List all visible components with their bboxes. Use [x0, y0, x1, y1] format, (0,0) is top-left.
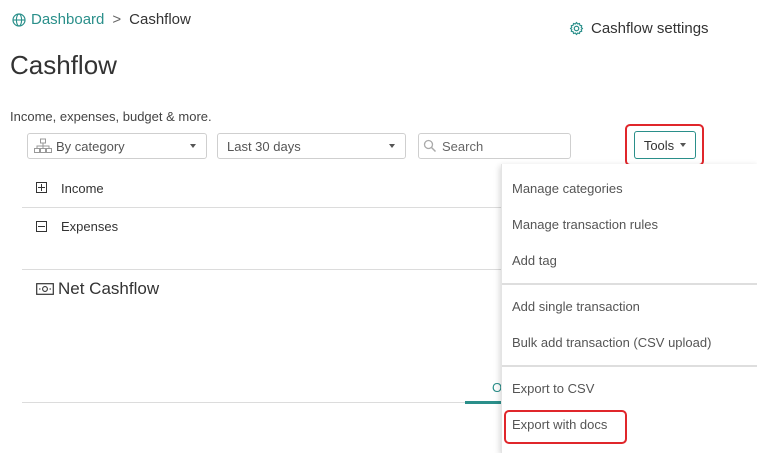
cashflow-settings-link[interactable]: Cashflow settings	[569, 20, 709, 37]
search-icon	[423, 139, 437, 153]
date-range-value: Last 30 days	[227, 138, 301, 154]
menu-divider	[502, 365, 757, 367]
expenses-label: Expenses	[61, 219, 119, 234]
breadcrumb-dashboard-link[interactable]: Dashboard	[31, 11, 104, 28]
breadcrumb-separator: >	[112, 11, 122, 28]
breadcrumb: Dashboard > Cashflow	[12, 11, 191, 28]
row-divider	[22, 207, 502, 208]
cash-icon	[36, 283, 54, 295]
net-cashflow-header: Net Cashflow	[36, 279, 159, 299]
expenses-row[interactable]: Expenses	[22, 210, 502, 246]
date-range-select[interactable]: Last 30 days	[217, 133, 406, 159]
tab-bar-line	[22, 402, 502, 403]
group-by-value: By category	[56, 138, 125, 154]
page-subtitle: Income, expenses, budget & more.	[10, 109, 212, 124]
collapse-icon[interactable]	[36, 221, 47, 232]
search-input[interactable]: Search	[418, 133, 571, 159]
tools-label: Tools	[643, 137, 675, 153]
chevron-down-icon	[680, 143, 687, 147]
export-highlight-box	[504, 410, 627, 444]
active-tab-indicator	[465, 401, 502, 404]
globe-icon	[12, 12, 26, 27]
menu-item-add-single-transaction[interactable]: Add single transaction	[512, 299, 640, 314]
hierarchy-icon	[34, 138, 52, 153]
income-row[interactable]: Income	[22, 172, 502, 208]
cashflow-settings-label: Cashflow settings	[591, 20, 709, 37]
menu-item-export-csv[interactable]: Export to CSV	[512, 381, 594, 396]
group-by-select[interactable]: By category	[27, 133, 207, 159]
page-title: Cashflow	[10, 50, 117, 80]
tools-button[interactable]: Tools	[634, 131, 696, 159]
income-label: Income	[61, 181, 104, 196]
menu-item-bulk-add-transaction[interactable]: Bulk add transaction (CSV upload)	[512, 335, 711, 350]
chevron-down-icon	[190, 144, 196, 148]
menu-item-manage-transaction-rules[interactable]: Manage transaction rules	[512, 217, 658, 232]
net-cashflow-title: Net Cashflow	[58, 279, 160, 298]
menu-item-manage-categories[interactable]: Manage categories	[512, 181, 623, 196]
breadcrumb-current: Cashflow	[129, 11, 191, 28]
chevron-down-icon	[389, 144, 395, 148]
expand-icon[interactable]	[36, 182, 47, 193]
search-placeholder: Search	[442, 138, 484, 154]
menu-divider	[502, 283, 757, 285]
gear-icon	[569, 21, 584, 36]
row-divider	[22, 269, 502, 270]
menu-item-add-tag[interactable]: Add tag	[512, 253, 557, 268]
